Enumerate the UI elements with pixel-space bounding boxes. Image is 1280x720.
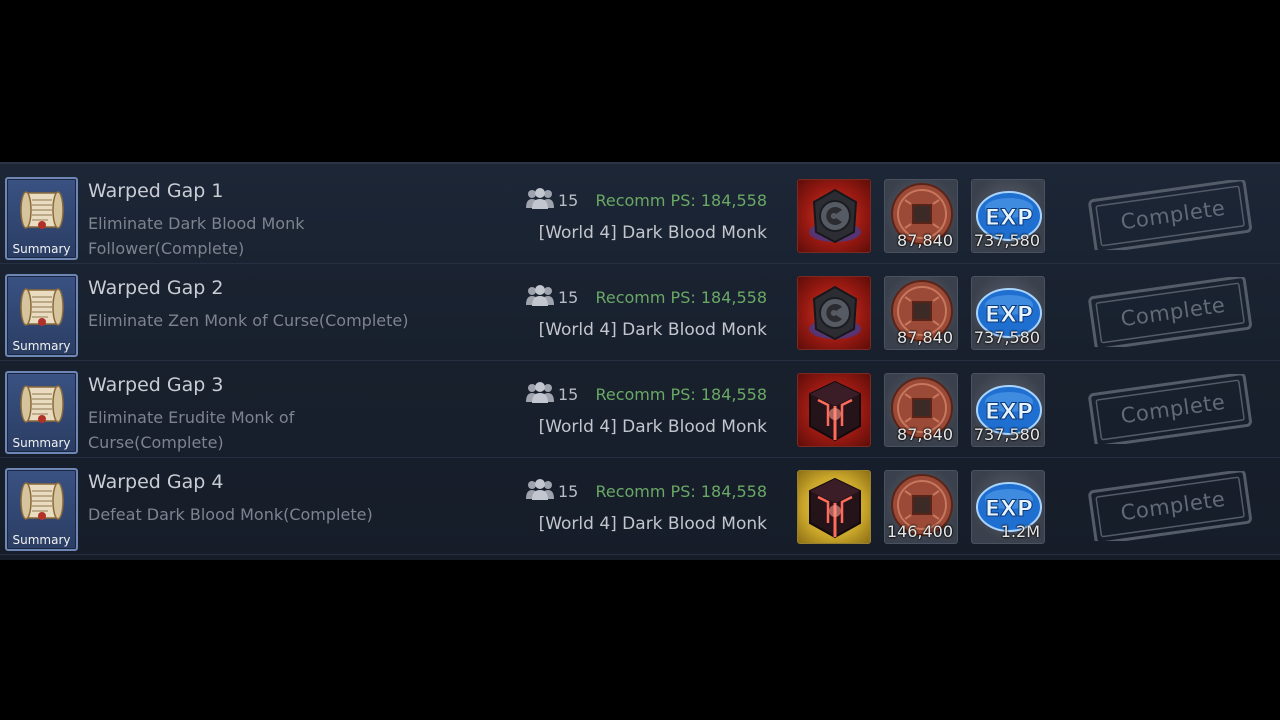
reward-exp-slot[interactable]: 737,580 (971, 373, 1045, 447)
quest-description: Eliminate Dark Blood Monk Follower(Compl… (88, 214, 305, 258)
summary-label: Summary (12, 339, 71, 353)
coin-amount: 146,400 (886, 522, 953, 541)
quest-title: Warped Gap 3 (88, 374, 224, 396)
party-size: 15 (558, 288, 579, 307)
quest-description: Eliminate Zen Monk of Curse(Complete) (88, 311, 409, 330)
reward-coin-slot[interactable]: 146,400 (884, 470, 958, 544)
scroll-icon (18, 478, 66, 524)
reward-coin-slot[interactable]: 87,840 (884, 373, 958, 447)
reward-item-slot[interactable] (797, 179, 871, 253)
party-icon (525, 479, 555, 501)
coin-amount: 87,840 (897, 425, 953, 444)
dark-medallion-icon (798, 180, 871, 253)
summary-button[interactable]: Summary (5, 371, 78, 454)
quest-list-panel: Summary Warped Gap 1 Eliminate Dark Bloo… (0, 162, 1280, 560)
quest-title: Warped Gap 4 (88, 471, 224, 493)
quest-description: Eliminate Erudite Monk of Curse(Complete… (88, 408, 295, 452)
scroll-icon (18, 284, 66, 330)
party-size: 15 (558, 191, 579, 210)
exp-amount: 737,580 (973, 328, 1040, 347)
reward-item-slot[interactable] (797, 373, 871, 447)
exp-amount: 1.2M (1000, 522, 1040, 541)
reward-coin-slot[interactable]: 87,840 (884, 179, 958, 253)
party-icon (525, 188, 555, 210)
quest-row: Summary Warped Gap 3 Eliminate Erudite M… (0, 360, 1280, 458)
party-size: 15 (558, 482, 579, 501)
quest-row: Summary Warped Gap 2 Eliminate Zen Monk … (0, 263, 1280, 361)
quest-title: Warped Gap 1 (88, 180, 224, 202)
glowing-cube-icon (798, 471, 871, 544)
exp-amount: 737,580 (973, 231, 1040, 250)
recommended-power: Recomm PS: 184,558 (595, 482, 767, 501)
recommended-power: Recomm PS: 184,558 (595, 191, 767, 210)
summary-button[interactable]: Summary (5, 468, 78, 551)
recommended-power: Recomm PS: 184,558 (595, 385, 767, 404)
summary-label: Summary (12, 242, 71, 256)
summary-button[interactable]: Summary (5, 177, 78, 260)
exp-amount: 737,580 (973, 425, 1040, 444)
quest-title: Warped Gap 2 (88, 277, 224, 299)
reward-exp-slot[interactable]: 1.2M (971, 470, 1045, 544)
reward-exp-slot[interactable]: 737,580 (971, 276, 1045, 350)
summary-button[interactable]: Summary (5, 274, 78, 357)
quest-location: [World 4] Dark Blood Monk (538, 514, 767, 534)
party-icon (525, 382, 555, 404)
reward-exp-slot[interactable]: 737,580 (971, 179, 1045, 253)
scroll-icon (18, 381, 66, 427)
quest-description: Defeat Dark Blood Monk(Complete) (88, 505, 373, 524)
dark-medallion-icon (798, 277, 871, 350)
party-size: 15 (558, 385, 579, 404)
quest-location: [World 4] Dark Blood Monk (538, 320, 767, 340)
quest-location: [World 4] Dark Blood Monk (538, 417, 767, 437)
party-icon (525, 285, 555, 307)
coin-amount: 87,840 (897, 328, 953, 347)
quest-location: [World 4] Dark Blood Monk (538, 223, 767, 243)
reward-item-slot[interactable] (797, 276, 871, 350)
glowing-cube-icon (798, 374, 871, 447)
summary-label: Summary (12, 533, 71, 547)
recommended-power: Recomm PS: 184,558 (595, 288, 767, 307)
quest-row: Summary Warped Gap 1 Eliminate Dark Bloo… (0, 166, 1280, 264)
quest-row: Summary Warped Gap 4 Defeat Dark Blood M… (0, 457, 1280, 555)
scroll-icon (18, 187, 66, 233)
coin-amount: 87,840 (897, 231, 953, 250)
reward-item-slot[interactable] (797, 470, 871, 544)
reward-coin-slot[interactable]: 87,840 (884, 276, 958, 350)
summary-label: Summary (12, 436, 71, 450)
